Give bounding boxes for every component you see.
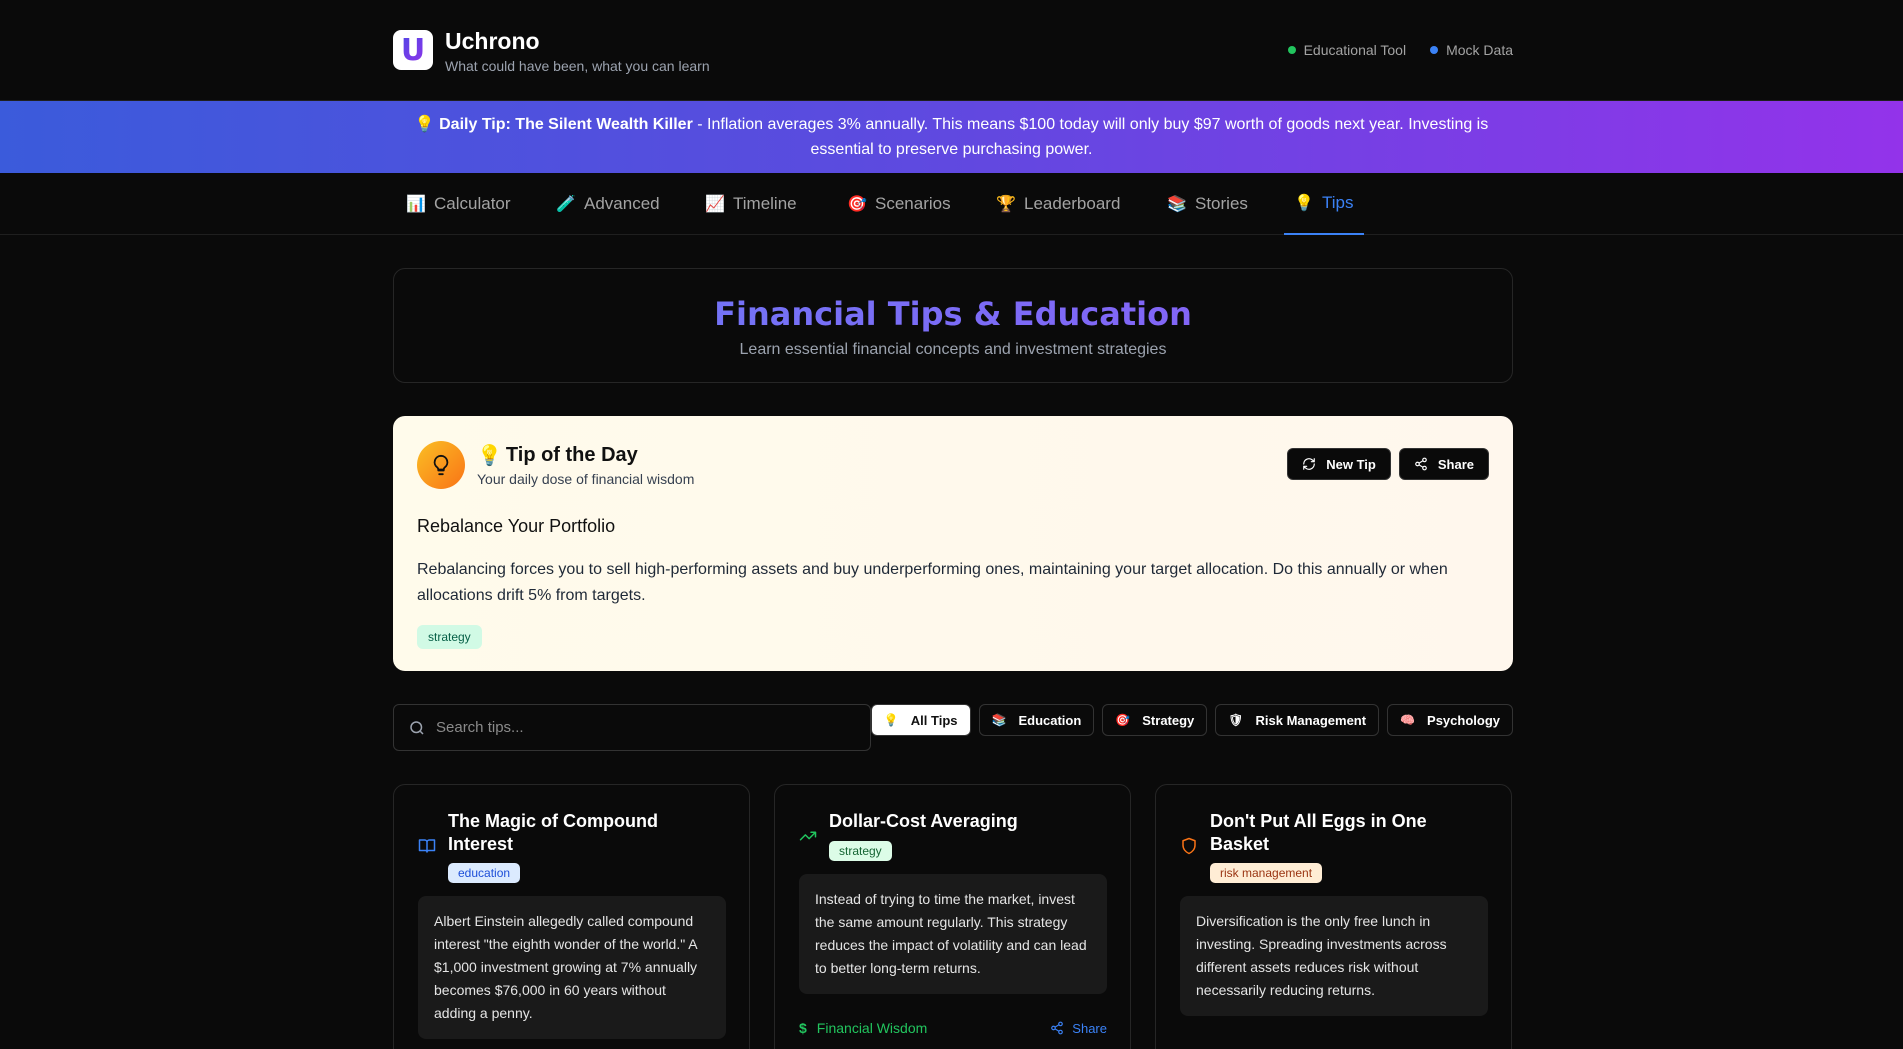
lightbulb-icon: 💡 xyxy=(477,445,502,467)
books-icon: 📚 xyxy=(1167,196,1187,213)
card-category-badge: risk management xyxy=(1210,863,1323,883)
filter-label: All Tips xyxy=(910,712,958,728)
tip-card: Dollar-Cost Averaging strategy Instead o… xyxy=(774,784,1131,1049)
trend-chart-icon: 📈 xyxy=(705,196,725,213)
target-icon: 🎯 xyxy=(847,196,867,213)
lightbulb-icon: 💡 xyxy=(414,116,435,133)
filter-label: Strategy xyxy=(1142,712,1195,728)
card-category-badge: strategy xyxy=(829,841,892,861)
search-icon xyxy=(410,720,424,735)
status-dot-icon xyxy=(1430,46,1439,54)
tab-advanced[interactable]: 🧪 Advanced xyxy=(546,173,670,235)
filter-strategy[interactable]: 🎯 Strategy xyxy=(1102,704,1208,736)
tip-card: Don't Put All Eggs in One Basket risk ma… xyxy=(1155,784,1512,1049)
tip-of-day-title-text: Tip of the Day xyxy=(505,444,638,466)
shield-icon: 🛡 xyxy=(1228,713,1244,727)
filter-risk-management[interactable]: 🛡 Risk Management xyxy=(1215,704,1380,736)
share-label: Share xyxy=(1072,1020,1107,1036)
tip-of-day-title: 💡 Tip of the Day xyxy=(477,443,638,468)
share-tip-button[interactable]: Share xyxy=(1398,448,1489,480)
tips-hero-card: Financial Tips & Education Learn essenti… xyxy=(393,268,1513,383)
share-icon xyxy=(1415,457,1427,471)
new-tip-label: New Tip xyxy=(1326,456,1376,472)
tab-tips[interactable]: 💡 Tips xyxy=(1284,173,1364,235)
banner-title: Daily Tip: The Silent Wealth Killer xyxy=(439,116,693,133)
badge-mock-data: Mock Data xyxy=(1430,42,1513,58)
card-title: Dollar-Cost Averaging xyxy=(829,811,1018,831)
badge-label: Mock Data xyxy=(1446,42,1513,58)
main-tabs: 📊 Calculator 🧪 Advanced 📈 Timeline 🎯 Scenari… xyxy=(0,173,1903,235)
filter-label: Psychology xyxy=(1427,712,1500,728)
dollar-icon: $ xyxy=(799,1020,807,1036)
flask-icon: 🧪 xyxy=(556,196,576,213)
tab-label: Stories xyxy=(1195,194,1248,213)
tab-stories[interactable]: 📚 Stories xyxy=(1157,173,1258,235)
lightbulb-icon: 💡 xyxy=(1294,195,1314,212)
tip-category-badge: strategy xyxy=(417,625,482,649)
books-icon: 📚 xyxy=(991,713,1007,727)
new-tip-button[interactable]: New Tip xyxy=(1287,448,1391,480)
app-header: U Uchrono What could have been, what you… xyxy=(0,0,1903,101)
card-body: Instead of trying to time the market, in… xyxy=(799,874,1107,994)
lightbulb-icon xyxy=(417,441,465,489)
book-icon xyxy=(418,839,436,853)
share-icon xyxy=(1051,1021,1064,1035)
app-logo[interactable]: U xyxy=(393,30,433,70)
search-box[interactable] xyxy=(393,704,871,751)
badge-educational-tool: Educational Tool xyxy=(1287,42,1407,58)
tab-label: Scenarios xyxy=(875,194,951,213)
page-title: Financial Tips & Education xyxy=(394,295,1512,333)
card-title: The Magic of Compound Interest xyxy=(448,811,658,854)
app-subtitle: What could have been, what you can learn xyxy=(445,58,710,74)
tip-card: The Magic of Compound Interest education… xyxy=(393,784,750,1049)
tab-label: Tips xyxy=(1322,193,1354,212)
header-badges: Educational Tool Mock Data xyxy=(1287,42,1513,58)
tab-label: Leaderboard xyxy=(1024,194,1121,213)
page-subtitle: Learn essential financial concepts and i… xyxy=(739,341,1167,358)
filter-label: Risk Management xyxy=(1255,712,1367,728)
tab-calculator[interactable]: 📊 Calculator xyxy=(396,173,521,235)
card-footer: $ Financial Wisdom Share xyxy=(799,1020,1107,1036)
trending-up-icon xyxy=(799,831,817,841)
app-title: Uchrono xyxy=(445,28,540,54)
financial-wisdom-label: $ Financial Wisdom xyxy=(799,1020,927,1036)
tab-label: Timeline xyxy=(733,194,797,213)
card-body: Albert Einstein allegedly called compoun… xyxy=(418,896,726,1039)
banner-text: 💡 Daily Tip: The Silent Wealth Killer - … xyxy=(390,112,1513,162)
share-label: Share xyxy=(1437,456,1474,472)
category-filters: 💡 All Tips 📚 Education 🎯 Strategy 🛡 Risk Man… xyxy=(870,704,1513,736)
target-icon: 🎯 xyxy=(1115,713,1131,727)
filter-label: Education xyxy=(1018,712,1082,728)
footer-text: Financial Wisdom xyxy=(816,1020,928,1036)
card-title: Don't Put All Eggs in One Basket xyxy=(1210,811,1427,854)
tab-label: Calculator xyxy=(434,194,511,213)
filter-all-tips[interactable]: 💡 All Tips xyxy=(870,704,971,736)
filter-psychology[interactable]: 🧠 Psychology xyxy=(1387,704,1513,736)
daily-tip-banner: 💡 Daily Tip: The Silent Wealth Killer - … xyxy=(0,101,1903,173)
tip-of-day-subtitle: Your daily dose of financial wisdom xyxy=(477,471,695,487)
tab-label: Advanced xyxy=(584,194,660,213)
tip-of-the-day-card: 💡 Tip of the Day Your daily dose of finan… xyxy=(393,416,1513,671)
tip-body: Rebalancing forces you to sell high-perf… xyxy=(417,561,1448,604)
logo-letter: U xyxy=(400,32,426,68)
trophy-icon: 🏆 xyxy=(996,196,1016,213)
tab-scenarios[interactable]: 🎯 Scenarios xyxy=(837,173,961,235)
card-category-badge: education xyxy=(448,863,521,883)
tab-timeline[interactable]: 📈 Timeline xyxy=(695,173,807,235)
card-body: Diversification is the only free lunch i… xyxy=(1180,896,1488,1016)
banner-body: - Inflation averages 3% annually. This m… xyxy=(692,116,1489,158)
badge-label: Educational Tool xyxy=(1303,42,1407,58)
status-dot-icon xyxy=(1287,46,1296,54)
tab-leaderboard[interactable]: 🏆 Leaderboard xyxy=(986,173,1130,235)
refresh-icon xyxy=(1303,458,1316,470)
card-share-button[interactable]: Share xyxy=(1050,1020,1107,1036)
tip-of-day-actions: New Tip Share xyxy=(1287,448,1489,480)
lightbulb-icon: 💡 xyxy=(883,713,899,727)
tip-heading: Rebalance Your Portfolio xyxy=(417,516,616,536)
shield-icon xyxy=(1182,837,1196,855)
search-input[interactable] xyxy=(436,719,836,736)
brain-icon: 🧠 xyxy=(1400,713,1416,727)
chart-icon: 📊 xyxy=(406,196,426,213)
filter-education[interactable]: 📚 Education xyxy=(978,704,1095,736)
